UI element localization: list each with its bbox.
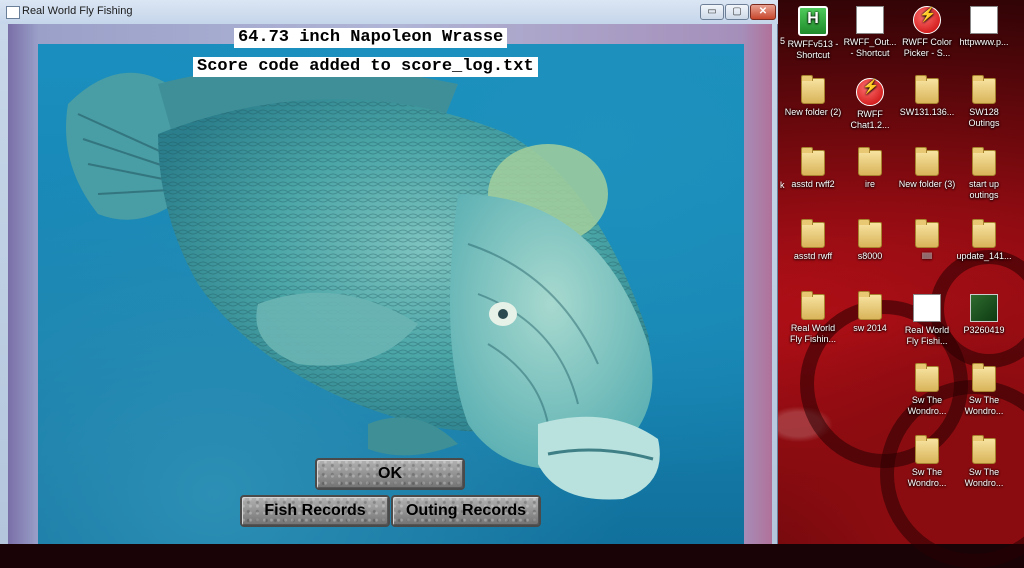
desktop-icon-label: New folder (3) xyxy=(898,179,956,189)
app-window-icon xyxy=(6,6,20,19)
desktop-icon-lllll[interactable]: lllll xyxy=(898,219,956,262)
folder-icon xyxy=(858,147,882,176)
desktop-icon-sw-the-wondro-4[interactable]: Sw The Wondro... xyxy=(955,435,1013,489)
folder-icon xyxy=(915,219,939,248)
app-bolt-icon xyxy=(913,6,941,34)
desktop-icon-label: Sw The Wondro... xyxy=(907,395,947,416)
desktop-icon-sw128-outings[interactable]: SW128 Outings xyxy=(955,75,1013,129)
window-title: Real World Fly Fishing xyxy=(22,5,133,17)
desktop-icon-label: P3260419 xyxy=(963,325,1005,335)
desktop-icon-label: Sw The Wondro... xyxy=(907,467,947,488)
desktop-icon-label: RWFF Color Picker - S... xyxy=(902,37,952,58)
folder-icon xyxy=(972,219,996,248)
game-window: Real World Fly Fishing ▭ ▢ ✕ 64.73 inch … xyxy=(0,0,778,544)
outing-records-button[interactable]: Outing Records xyxy=(391,495,541,527)
desktop-icon-new-folder-3[interactable]: New folder (3) xyxy=(898,147,956,190)
desktop-icon-label: Sw The Wondro... xyxy=(964,395,1004,416)
app-doc-icon xyxy=(913,294,941,322)
desktop-icon-start-up-outings[interactable]: start up outings xyxy=(955,147,1013,201)
image-icon xyxy=(970,294,998,322)
desktop-icon-sw-the-wondro-2[interactable]: Sw The Wondro... xyxy=(955,363,1013,417)
ok-button[interactable]: OK xyxy=(315,458,465,490)
desktop-icon-new-folder-2[interactable]: New folder (2) xyxy=(784,75,842,118)
folder-icon xyxy=(915,363,939,392)
desktop-icon-label: httpwww.p... xyxy=(959,37,1009,47)
fish-records-button[interactable]: Fish Records xyxy=(240,495,390,527)
game-client-area: 64.73 inch Napoleon Wrasse Score code ad… xyxy=(8,24,772,544)
desktop-icon-label: RWFF_Out... - Shortcut xyxy=(843,37,897,58)
desktop-icon-label: ire xyxy=(864,179,875,189)
desktop-icon-label: New folder (2) xyxy=(784,107,842,117)
desktop-icon-label: SW128 Outings xyxy=(968,107,1000,128)
desktop-icon-rwff-chat[interactable]: RWFF Chat1.2... xyxy=(841,78,899,131)
desktop-icon-p3260419[interactable]: P3260419 xyxy=(955,294,1013,336)
desktop-icon-ire[interactable]: ire xyxy=(841,147,899,190)
desktop-icon-label: RWFF Chat1.2... xyxy=(850,109,890,130)
desktop-icon-label: lllll xyxy=(922,251,932,261)
score-log-message: Score code added to score_log.txt xyxy=(193,57,538,77)
folder-icon xyxy=(972,75,996,104)
folder-icon xyxy=(972,147,996,176)
folder-icon xyxy=(801,147,825,176)
desktop-icon-real-world-fly-fishi[interactable]: Real World Fly Fishi... xyxy=(898,294,956,347)
close-button[interactable]: ✕ xyxy=(750,4,776,20)
desktop-icon-label: RWFFv513 - Shortcut xyxy=(787,39,839,60)
desktop-icon-real-world-fly-fishin[interactable]: Real World Fly Fishin... xyxy=(784,291,842,345)
desktop-icon-update-141[interactable]: update_141... xyxy=(955,219,1013,262)
folder-icon xyxy=(858,291,882,320)
desktop-icon-label: sw 2014 xyxy=(853,323,887,333)
folder-icon xyxy=(801,75,825,104)
desktop-icon-label: Real World Fly Fishin... xyxy=(789,323,836,344)
folder-icon xyxy=(972,435,996,464)
folder-icon xyxy=(858,219,882,248)
app-green-icon: H xyxy=(798,6,828,36)
desktop-icon-label: Sw The Wondro... xyxy=(964,467,1004,488)
folder-icon xyxy=(915,147,939,176)
web-doc-icon xyxy=(970,6,998,34)
app-doc-icon xyxy=(856,6,884,34)
desktop-icon-httpwww[interactable]: httpwww.p... xyxy=(955,6,1013,48)
desktop-icon-label: asstd rwff2 xyxy=(791,179,835,189)
caught-fish-title: 64.73 inch Napoleon Wrasse xyxy=(234,28,508,48)
maximize-button[interactable]: ▢ xyxy=(725,4,749,20)
desktop-icon-rwffv513[interactable]: H RWFFv513 - Shortcut xyxy=(784,6,842,61)
desktop-icon-sw-the-wondro-3[interactable]: Sw The Wondro... xyxy=(898,435,956,489)
desktop-icon-label: update_141... xyxy=(956,251,1012,261)
desktop-icon-rwff-out[interactable]: RWFF_Out... - Shortcut xyxy=(841,6,899,59)
folder-icon xyxy=(801,219,825,248)
desktop-icon-s8000[interactable]: s8000 xyxy=(841,219,899,262)
desktop-icon-label: Real World Fly Fishi... xyxy=(904,325,950,346)
desktop-icon-asstd-rwff2[interactable]: asstd rwff2 xyxy=(784,147,842,190)
app-bolt-icon xyxy=(856,78,884,106)
desktop-icon-sw131[interactable]: SW131.136... xyxy=(898,75,956,118)
folder-icon xyxy=(972,363,996,392)
folder-icon xyxy=(915,435,939,464)
folder-icon xyxy=(801,291,825,320)
desktop-icon-asstd-rwff[interactable]: asstd rwff xyxy=(784,219,842,262)
window-titlebar[interactable]: Real World Fly Fishing ▭ ▢ ✕ xyxy=(0,0,778,24)
desktop-icon-label: asstd rwff xyxy=(793,251,833,261)
desktop-icon-label: start up outings xyxy=(968,179,999,200)
minimize-button[interactable]: ▭ xyxy=(700,4,724,20)
folder-icon xyxy=(915,75,939,104)
desktop-icon-label: s8000 xyxy=(857,251,883,261)
desktop-icon-label: SW131.136... xyxy=(899,107,955,117)
desktop-icon-rwff-color-picker[interactable]: RWFF Color Picker - S... xyxy=(898,6,956,59)
desktop-icon-sw-the-wondro-1[interactable]: Sw The Wondro... xyxy=(898,363,956,417)
desktop-icon-sw-2014[interactable]: sw 2014 xyxy=(841,291,899,334)
